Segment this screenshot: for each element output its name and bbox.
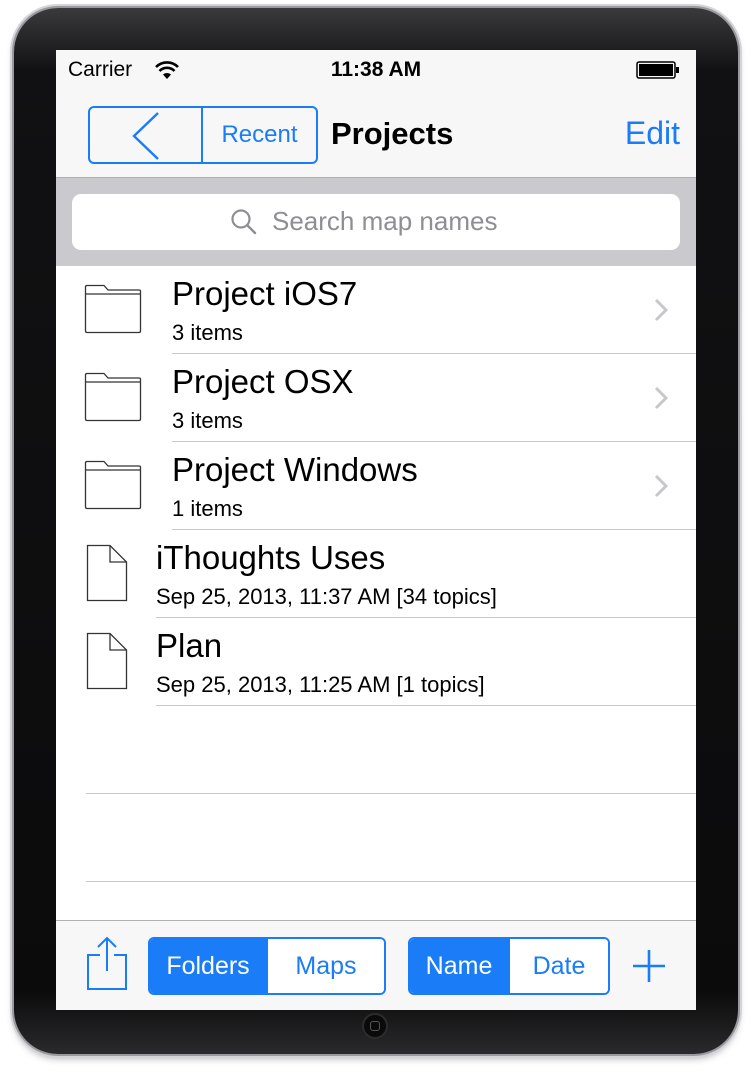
- recent-button[interactable]: Recent: [203, 108, 316, 162]
- search-placeholder: Search map names: [272, 206, 498, 236]
- folder-icon: [84, 372, 142, 422]
- page-title: Projects: [331, 116, 454, 151]
- plus-icon[interactable]: [632, 949, 666, 983]
- back-button[interactable]: [90, 108, 203, 162]
- search-icon: [231, 209, 257, 235]
- map-subtitle: Sep 25, 2013, 11:25 AM [1 topics]: [156, 672, 485, 697]
- map-row[interactable]: iThoughts Uses Sep 25, 2013, 11:37 AM [3…: [56, 530, 696, 618]
- folder-icon: [84, 460, 142, 510]
- empty-row: [56, 794, 696, 882]
- chevron-left-icon: [132, 112, 159, 160]
- folder-row[interactable]: Project Windows 1 items: [56, 442, 696, 530]
- sort-segmented-control: Name Date: [408, 937, 610, 995]
- segment-maps[interactable]: Maps: [268, 939, 384, 993]
- search-bar: Search map names: [56, 178, 696, 266]
- chevron-right-icon: [654, 298, 668, 322]
- folder-icon: [84, 284, 142, 334]
- chevron-right-icon: [654, 474, 668, 498]
- folder-subtitle: 3 items: [172, 408, 243, 433]
- document-icon: [86, 632, 128, 690]
- status-bar: Carrier 11:38 AM: [56, 50, 696, 90]
- map-title: Plan: [156, 627, 223, 664]
- row-separator: [86, 881, 696, 882]
- map-row[interactable]: Plan Sep 25, 2013, 11:25 AM [1 topics]: [56, 618, 696, 706]
- segment-folders[interactable]: Folders: [150, 939, 268, 993]
- view-mode-segmented-control: Folders Maps: [148, 937, 386, 995]
- home-button[interactable]: [362, 1013, 388, 1039]
- navigation-bar: Recent Projects Edit: [56, 90, 696, 178]
- folder-subtitle: 1 items: [172, 496, 243, 521]
- folder-title: Project OSX: [172, 363, 354, 400]
- bottom-toolbar: Folders Maps Name Date: [56, 920, 696, 1010]
- folder-title: Project iOS7: [172, 275, 358, 312]
- document-icon: [86, 544, 128, 602]
- map-title: iThoughts Uses: [156, 539, 386, 576]
- folder-title: Project Windows: [172, 451, 418, 488]
- chevron-right-icon: [654, 386, 668, 410]
- segment-name[interactable]: Name: [410, 939, 510, 993]
- edit-button[interactable]: Edit: [625, 115, 680, 152]
- map-subtitle: Sep 25, 2013, 11:37 AM [34 topics]: [156, 584, 497, 609]
- folder-row[interactable]: Project iOS7 3 items: [56, 266, 696, 354]
- segment-date[interactable]: Date: [510, 939, 608, 993]
- app-screen: Carrier 11:38 AM Recent Projects Edit Se…: [56, 50, 696, 1010]
- share-icon[interactable]: [86, 935, 128, 991]
- nav-segmented-control: Recent: [88, 106, 318, 164]
- folder-subtitle: 3 items: [172, 320, 243, 345]
- status-time: 11:38 AM: [330, 58, 422, 81]
- battery-icon: [636, 61, 679, 79]
- folder-row[interactable]: Project OSX 3 items: [56, 354, 696, 442]
- search-input[interactable]: Search map names: [72, 194, 680, 250]
- empty-row: [56, 706, 696, 794]
- projects-list: Project iOS7 3 items Project OSX 3 items: [56, 266, 696, 882]
